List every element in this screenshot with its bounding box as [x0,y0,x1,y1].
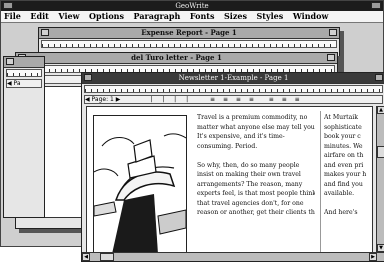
app-title-bar: GeoWrite [1,1,383,11]
text-line: Travel is a premium commodity, no [197,114,308,121]
text-line: experts feel, is that most people think [197,190,315,197]
column-2-text[interactable]: At Murtaik sophisticate book your c minu… [324,113,370,218]
window-title-bar[interactable] [4,57,44,68]
menu-window[interactable]: Window [293,11,329,22]
system-menu-box[interactable] [3,2,13,9]
window-title-bar[interactable]: del Turo letter - Page 1 [16,53,337,64]
window-newsletter[interactable]: Newsletter 1-Example - Page 1 ◀ Page: 1 … [81,72,384,262]
scroll-right-icon[interactable]: ▶ [369,253,377,261]
illustration-frame[interactable] [93,115,187,253]
page-toolbar: ◀ Page: 1 ▶ | | | | ≡ ≡ ≡ ≡ ≡ ≡ ≡ [84,95,383,104]
page-toolbar: ◀ Pa [6,79,42,88]
window-background[interactable]: ◀ Pa [3,56,45,218]
document-area: Expense Report - Page 1 del Turo letter … [1,23,384,262]
menu-styles[interactable]: Styles [257,11,284,22]
scroll-down-icon[interactable]: ▼ [377,244,384,252]
menu-options[interactable]: Options [89,11,124,22]
zoom-box[interactable] [375,74,383,81]
text-line: At Murtaik [324,114,358,121]
spacing-icons[interactable]: ≡ ≡ ≡ ≡ [210,96,257,103]
text-line: sophisticate [324,123,362,131]
menu-fonts[interactable]: Fonts [190,11,215,22]
vertical-scrollbar[interactable]: ▲ ▼ [376,106,384,252]
text-line: insist on making their own travel [197,171,301,178]
menu-edit[interactable]: Edit [30,11,48,22]
close-box[interactable] [6,58,14,65]
text-line: And here's [324,209,358,216]
column-divider [320,111,321,253]
text-line: arrangements? The reason, many [197,180,303,188]
close-box[interactable] [41,29,49,36]
scroll-h-thumb[interactable] [100,253,114,261]
scroll-up-icon[interactable]: ▲ [377,106,384,114]
text-line: minutes. We [324,142,363,150]
app-title: GeoWrite [175,2,209,10]
menu-bar: File Edit View Options Paragraph Fonts S… [1,11,383,23]
page-next-icon[interactable]: ▶ [116,96,121,103]
window-title: del Turo letter - Page 1 [131,53,222,62]
zoom-box[interactable] [327,54,335,61]
text-line: reason or another, get their clients the [197,209,315,216]
text-line: airfare on th [324,152,364,159]
text-line: makes your h [324,171,367,178]
window-title-bar[interactable]: Newsletter 1-Example - Page 1 [82,73,384,84]
menu-file[interactable]: File [4,11,21,22]
window-title-bar[interactable]: Expense Report - Page 1 [39,28,339,39]
zoom-box[interactable] [329,29,337,36]
text-line: book your c [324,133,361,140]
text-line: that travel agencies don't, for one [197,199,304,207]
page-label: Page: 1 [91,96,114,103]
text-line: matter what anyone else may tell you. [197,123,315,131]
text-line [324,199,370,209]
menu-paragraph[interactable]: Paragraph [134,11,181,22]
scroll-left-icon[interactable]: ◀ [82,253,90,261]
app-resize-box[interactable] [371,2,381,9]
ship-illustration [94,116,186,253]
app-window: GeoWrite File Edit View Options Paragrap… [0,0,384,262]
ruler [6,69,42,77]
justify-icons[interactable]: | | | | [150,96,192,103]
horizontal-scrollbar[interactable]: ◀ ▶ [82,252,384,261]
window-title: Expense Report - Page 1 [141,28,237,37]
close-box[interactable] [84,74,92,81]
scroll-thumb[interactable] [377,146,384,158]
text-line: consuming. Period. [197,142,258,150]
window-title: Newsletter 1-Example - Page 1 [178,74,289,82]
text-line: So why, then, do so many people [197,161,300,169]
text-line: available. [324,190,355,197]
menu-view[interactable]: View [58,11,79,22]
text-line: It's expensive, and it's time- [197,133,285,140]
tab-icons[interactable]: ≡ ≡ ≡ [269,96,303,103]
text-line [197,151,315,161]
page-canvas[interactable]: Travel is a premium commodity, no matter… [86,106,373,254]
text-line: and find you [324,180,363,188]
ruler[interactable] [84,85,383,93]
column-1-text[interactable]: Travel is a premium commodity, no matter… [197,113,315,218]
menu-sizes[interactable]: Sizes [224,11,247,22]
text-line: and even pri [324,161,364,169]
ruler [41,40,337,48]
page-prev-icon[interactable]: ◀ [85,96,90,103]
